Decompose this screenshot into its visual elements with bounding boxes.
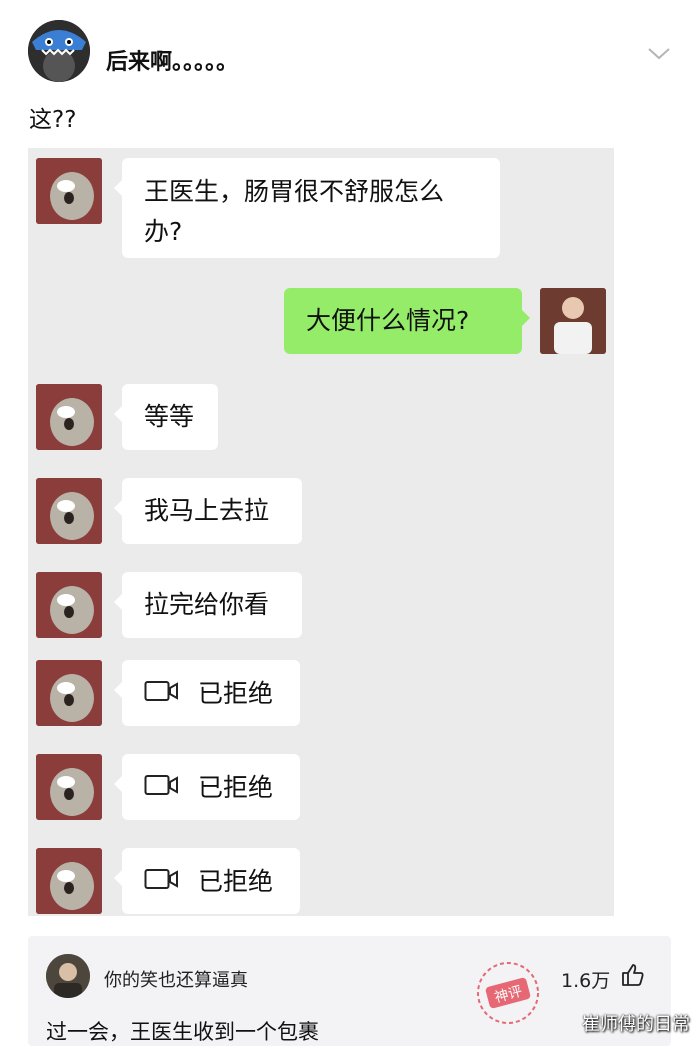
post-username[interactable]: 后来啊。。。。。	[106, 44, 238, 76]
comment-text: 过一会，王医生收到一个包裹	[46, 1020, 319, 1044]
contact-avatar	[36, 384, 102, 450]
message-bubble: 我马上去拉	[114, 478, 302, 544]
commenter-avatar[interactable]	[46, 954, 90, 998]
hot-comment-badge: 神评	[473, 958, 543, 1028]
contact-avatar	[36, 478, 102, 544]
call-status-text: 已拒绝	[198, 679, 274, 708]
watermark: 崔师傅的日常	[582, 1014, 690, 1035]
message-bubble: 拉完给你看	[114, 572, 302, 638]
video-call-bubble[interactable]: 已拒绝	[114, 660, 300, 726]
sent-message-bubble: 大便什么情况?	[284, 288, 530, 354]
post-author-avatar[interactable]	[28, 20, 90, 82]
chevron-down-icon[interactable]	[646, 46, 672, 62]
video-call-icon	[144, 769, 180, 807]
contact-avatar	[36, 572, 102, 638]
commenter-username[interactable]: 你的笑也还算逼真	[104, 966, 248, 992]
video-call-bubble[interactable]: 已拒绝	[114, 754, 300, 820]
call-status-text: 已拒绝	[198, 867, 274, 896]
top-comment: 你的笑也还算逼真 神评 1.6万 过一会，王医生收到一个包裹	[28, 936, 671, 1046]
call-status-text: 已拒绝	[198, 773, 274, 802]
contact-avatar	[36, 848, 102, 914]
video-call-bubble[interactable]: 已拒绝	[114, 848, 300, 914]
video-call-icon	[144, 863, 180, 901]
like-count: 1.6万	[561, 970, 611, 992]
contact-avatar	[36, 158, 102, 224]
message-bubble: 王医生，肠胃很不舒服怎么办?	[114, 158, 500, 258]
post-text: 这??	[29, 107, 77, 133]
video-call-icon	[144, 675, 180, 713]
thumbs-up-icon[interactable]	[620, 962, 646, 988]
user-avatar	[540, 288, 606, 354]
message-bubble: 等等	[114, 384, 218, 450]
chat-screenshot: 王医生，肠胃很不舒服怎么办? 大便什么情况? 等等 我马上去拉 拉完给你看 已拒…	[28, 148, 614, 916]
contact-avatar	[36, 754, 102, 820]
contact-avatar	[36, 660, 102, 726]
